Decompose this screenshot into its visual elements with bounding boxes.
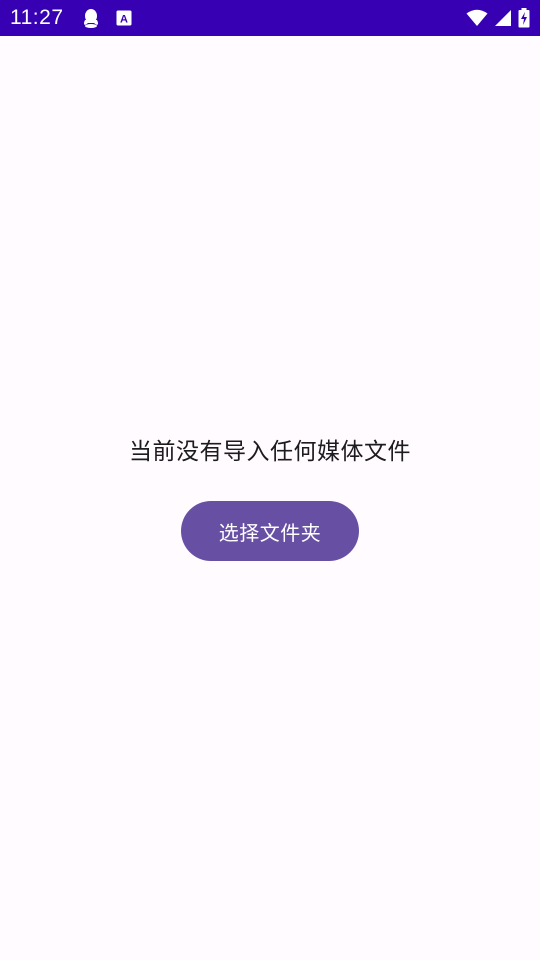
status-time: 11:27 (10, 6, 64, 29)
system-icons (466, 8, 530, 28)
keyboard-a-icon: A (116, 10, 132, 26)
select-folder-button[interactable]: 选择文件夹 (181, 501, 359, 561)
main-content: 当前没有导入任何媒体文件 选择文件夹 (0, 36, 540, 960)
qq-icon (82, 8, 100, 28)
battery-charging-icon (518, 8, 530, 28)
signal-icon (494, 9, 512, 27)
empty-state-message: 当前没有导入任何媒体文件 (129, 439, 411, 465)
wifi-icon (466, 9, 488, 27)
status-bar: 11:27 A (0, 0, 540, 36)
notification-icons: A (82, 8, 132, 28)
keyboard-icon-letter: A (120, 14, 128, 26)
